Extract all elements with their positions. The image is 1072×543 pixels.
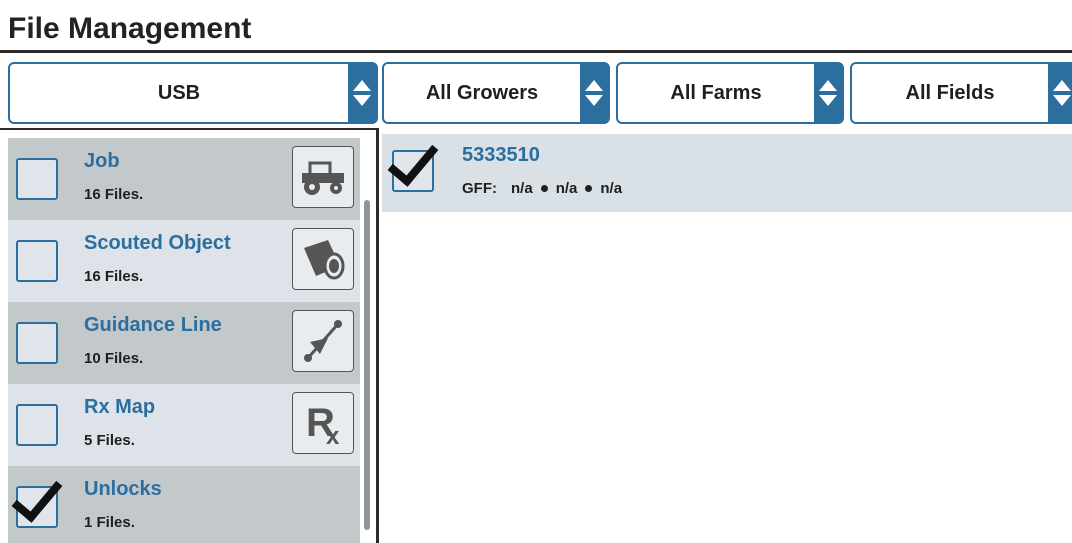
file-type-scrollbar[interactable] <box>364 200 370 530</box>
file-type-count: 10 Files. <box>84 350 144 367</box>
fields-spinner-icon[interactable] <box>1048 64 1072 122</box>
source-spinner-icon[interactable] <box>348 64 376 122</box>
growers-dropdown[interactable]: All Growers <box>382 62 610 124</box>
farms-dropdown-label: All Farms <box>670 81 762 104</box>
fields-dropdown[interactable]: All Fields <box>850 62 1072 124</box>
file-type-checkbox-job[interactable] <box>16 158 58 200</box>
file-type-row-guidance-line[interactable]: Guidance Line 10 Files. <box>8 302 360 384</box>
page-title: File Management <box>8 12 252 45</box>
svg-text:x: x <box>326 423 340 448</box>
field-value: n/a <box>600 180 623 197</box>
growers-spinner-icon[interactable] <box>580 64 608 122</box>
file-type-count: 16 Files. <box>84 186 144 203</box>
file-type-checkbox-guidance-line[interactable] <box>16 322 58 364</box>
growers-dropdown-label: All Growers <box>425 81 539 104</box>
file-gff-meta: GFF: n/a n/a n/a <box>462 180 622 197</box>
gff-label: GFF: <box>462 180 497 197</box>
file-type-name: Job <box>84 150 120 172</box>
file-type-row-rx-map[interactable]: Rx Map 5 Files. R x <box>8 384 360 466</box>
scouted-object-icon <box>292 228 354 290</box>
separator-dot-icon <box>585 185 593 192</box>
title-divider <box>0 50 1072 53</box>
file-type-checkbox-scouted-object[interactable] <box>16 240 58 282</box>
farms-dropdown[interactable]: All Farms <box>616 62 844 124</box>
rx-icon: R x <box>292 392 354 454</box>
file-type-count: 1 Files. <box>84 514 135 531</box>
file-type-checkbox-unlocks[interactable] <box>16 486 58 528</box>
source-dropdown-label: USB <box>157 81 201 104</box>
file-checkbox[interactable] <box>392 150 434 192</box>
farm-value: n/a <box>555 180 578 197</box>
file-type-checkbox-rx-map[interactable] <box>16 404 58 446</box>
grower-value: n/a <box>511 180 533 197</box>
separator-dot-icon <box>540 185 548 192</box>
source-dropdown[interactable]: USB <box>8 62 378 124</box>
file-type-name: Scouted Object <box>84 232 231 254</box>
file-type-count: 5 Files. <box>84 432 135 449</box>
file-id: 5333510 <box>462 144 540 166</box>
file-type-count: 16 Files. <box>84 268 144 285</box>
file-list-item[interactable]: 5333510 GFF: n/a n/a n/a <box>382 134 1072 212</box>
panel-divider <box>376 128 379 543</box>
file-type-name: Unlocks <box>84 478 162 500</box>
farms-spinner-icon[interactable] <box>814 64 842 122</box>
tractor-icon <box>292 146 354 208</box>
file-type-row-unlocks[interactable]: Unlocks 1 Files. <box>8 466 360 543</box>
file-type-name: Rx Map <box>84 396 156 418</box>
file-type-name: Guidance Line <box>84 314 222 336</box>
fields-dropdown-label: All Fields <box>905 81 995 104</box>
guidance-line-icon <box>292 310 354 372</box>
file-type-row-scouted-object[interactable]: Scouted Object 16 Files. <box>8 220 360 302</box>
file-type-row-job[interactable]: Job 16 Files. <box>8 138 360 220</box>
